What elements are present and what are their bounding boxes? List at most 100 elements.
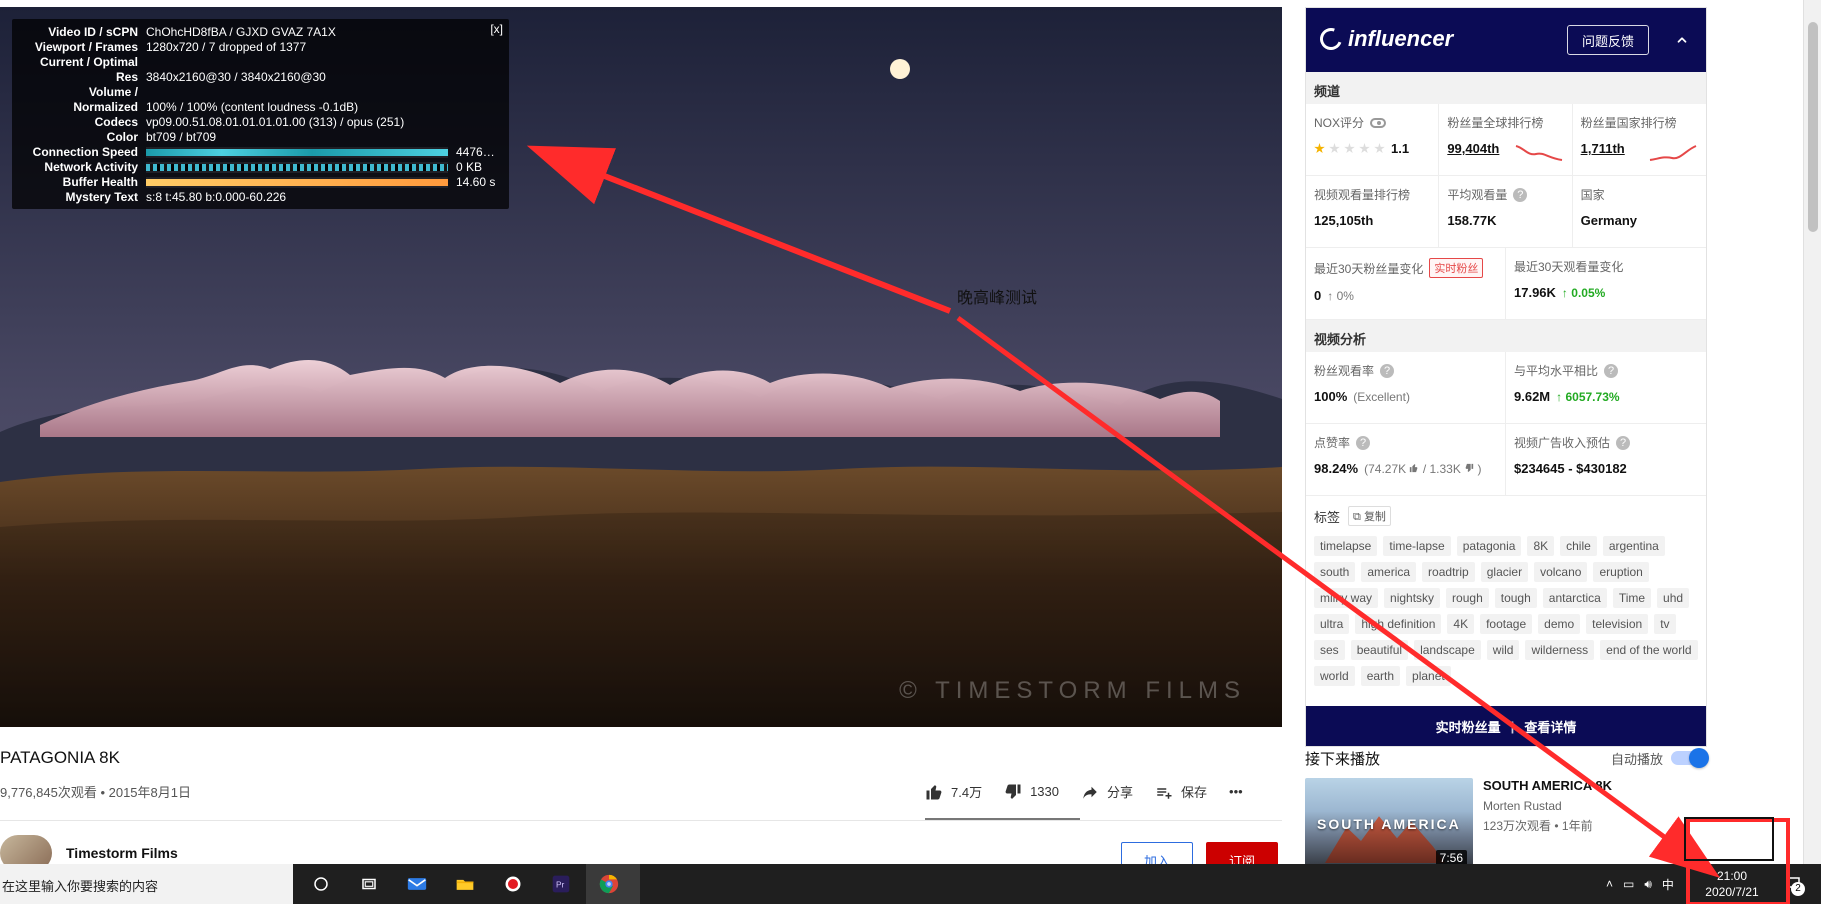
chrome-icon[interactable] bbox=[594, 869, 624, 899]
network-icon[interactable]: ▭ bbox=[1623, 877, 1634, 891]
tag-item[interactable]: argentina bbox=[1602, 536, 1665, 556]
tag-item[interactable]: beautiful bbox=[1350, 640, 1409, 660]
windows-taskbar: 在这里输入你要搜索的内容 Pr ˄ ▭ 🔊︎ 中 21:00 2020/7/21… bbox=[0, 864, 1821, 904]
view-details-link[interactable]: 查看详情 bbox=[1524, 717, 1576, 736]
autoplay-switch[interactable] bbox=[1671, 748, 1709, 768]
realtime-subs-link[interactable]: 实时粉丝量 bbox=[1436, 717, 1501, 736]
tag-item[interactable]: landscape bbox=[1414, 640, 1481, 660]
tag-item[interactable]: ultra bbox=[1314, 614, 1350, 634]
help-icon[interactable]: ? bbox=[1513, 187, 1528, 202]
star-icon bbox=[1329, 143, 1340, 154]
tag-item[interactable]: high definition bbox=[1355, 614, 1442, 634]
task-view-glyph bbox=[362, 878, 376, 890]
tag-item[interactable]: world bbox=[1314, 666, 1355, 686]
country-rank-link[interactable]: 1,711th bbox=[1581, 141, 1625, 156]
mail-icon[interactable] bbox=[402, 869, 432, 899]
share-button[interactable]: 分享 bbox=[1081, 782, 1133, 801]
copy-tags-button[interactable]: ⧉ 复制 bbox=[1348, 506, 1391, 526]
tag-item[interactable]: eruption bbox=[1593, 562, 1649, 582]
tag-item[interactable]: earth bbox=[1360, 666, 1401, 686]
tag-item[interactable]: end of the world bbox=[1600, 640, 1698, 660]
tag-item[interactable]: chile bbox=[1560, 536, 1597, 556]
tag-item[interactable]: demo bbox=[1538, 614, 1581, 634]
global-rank-link[interactable]: 99,404th bbox=[1447, 141, 1499, 156]
ad-revenue-cell: 视频广告收入预估 ? $234645 - $430182 bbox=[1506, 424, 1706, 496]
subs-30d-delta: ↑ 0% bbox=[1327, 288, 1354, 303]
tag-item[interactable]: wild bbox=[1486, 640, 1520, 660]
tag-item[interactable]: 4K bbox=[1447, 614, 1475, 634]
help-icon[interactable]: ? bbox=[1616, 435, 1631, 450]
tag-item[interactable]: wilderness bbox=[1525, 640, 1595, 660]
task-view-icon[interactable] bbox=[354, 869, 384, 899]
taskbar-clock[interactable]: 21:00 2020/7/21 bbox=[1700, 868, 1764, 900]
tag-item[interactable]: ses bbox=[1314, 640, 1345, 660]
close-stats-button[interactable]: [x] bbox=[490, 22, 503, 37]
star-icon bbox=[1359, 143, 1370, 154]
channel-name[interactable]: Timestorm Films bbox=[66, 845, 178, 861]
tag-item[interactable]: glacier bbox=[1480, 562, 1529, 582]
tag-item[interactable]: nightsky bbox=[1384, 588, 1441, 608]
dislike-button[interactable]: 1330 bbox=[1004, 783, 1059, 801]
tag-item[interactable]: 8K bbox=[1527, 536, 1555, 556]
tag-item[interactable]: america bbox=[1361, 562, 1417, 582]
stats-for-nerds-overlay: [x] Video ID / sCPN ChOhcHD8fBA / GJXD G… bbox=[12, 19, 509, 209]
copy-icon: ⧉ bbox=[1353, 511, 1361, 523]
up-next-video-title[interactable]: SOUTH AMERICA 8K bbox=[1483, 778, 1612, 793]
record-app-icon[interactable] bbox=[498, 869, 528, 899]
tag-item[interactable]: time-lapse bbox=[1383, 536, 1451, 556]
save-button[interactable]: 保存 bbox=[1155, 782, 1207, 801]
buffer-health-graph bbox=[146, 177, 448, 188]
help-icon[interactable]: ? bbox=[1380, 363, 1395, 378]
realtime-subs-badge[interactable]: 实时粉丝 bbox=[1429, 258, 1484, 278]
tag-item[interactable]: uhd bbox=[1657, 588, 1690, 608]
volume-icon[interactable]: 🔊︎ bbox=[1644, 877, 1652, 892]
up-next-thumbnail[interactable]: SOUTH AMERICA 7:56 bbox=[1305, 778, 1473, 872]
tag-item[interactable]: rough bbox=[1446, 588, 1489, 608]
tag-item[interactable]: south bbox=[1314, 562, 1356, 582]
tag-item[interactable]: television bbox=[1586, 614, 1649, 634]
fan-view-rate-cell: 粉丝观看率 ? 100% (Excellent) bbox=[1306, 352, 1506, 424]
thumbs-down-icon bbox=[1465, 463, 1474, 472]
taskbar-search[interactable]: 在这里输入你要搜索的内容 bbox=[0, 864, 293, 904]
help-icon[interactable]: ? bbox=[1604, 363, 1619, 378]
tag-item[interactable]: milky way bbox=[1314, 588, 1379, 608]
up-next-info: SOUTH AMERICA 8K Morten Rustad 123万次观看 •… bbox=[1483, 778, 1612, 872]
notifications-button[interactable]: 2 bbox=[1779, 870, 1807, 898]
tag-item[interactable]: footage bbox=[1480, 614, 1533, 634]
tag-item[interactable]: timelapse bbox=[1314, 536, 1378, 556]
ime-indicator[interactable]: 中 bbox=[1662, 876, 1674, 893]
tag-item[interactable]: planet bbox=[1406, 666, 1451, 686]
content-divider bbox=[0, 820, 1282, 821]
tray-up-icon[interactable]: ˄ bbox=[1606, 877, 1613, 891]
collapse-panel-button[interactable] bbox=[1672, 30, 1692, 50]
more-actions-button[interactable]: ••• bbox=[1229, 784, 1243, 799]
thumbs-up-icon bbox=[926, 784, 942, 799]
pr-icon: Pr bbox=[552, 875, 570, 893]
tag-item[interactable]: tough bbox=[1494, 588, 1537, 608]
more-icon: ••• bbox=[1229, 784, 1243, 799]
video-analysis-row-1: 粉丝观看率 ? 100% (Excellent) 与平均水平相比 ? 9.62M… bbox=[1306, 352, 1706, 424]
video-player[interactable]: [x] Video ID / sCPN ChOhcHD8fBA / GJXD G… bbox=[0, 7, 1282, 727]
up-next-channel[interactable]: Morten Rustad bbox=[1483, 799, 1612, 813]
cortana-icon[interactable] bbox=[306, 869, 336, 899]
page-scrollbar[interactable] bbox=[1803, 0, 1821, 864]
like-button[interactable]: 7.4万 bbox=[925, 782, 982, 801]
tag-item[interactable]: roadtrip bbox=[1422, 562, 1475, 582]
help-icon[interactable]: ? bbox=[1356, 435, 1371, 450]
nox-footer: 实时粉丝量 | 查看详情 bbox=[1306, 706, 1706, 746]
fan-view-rate-label-text: 粉丝观看率 bbox=[1314, 364, 1375, 378]
feedback-button[interactable]: 问题反馈 bbox=[1567, 25, 1649, 55]
tag-item[interactable]: Time bbox=[1612, 588, 1652, 608]
scrollbar-thumb[interactable] bbox=[1808, 22, 1818, 232]
tag-item[interactable]: volcano bbox=[1534, 562, 1588, 582]
autoplay-toggle[interactable]: 自动播放 bbox=[1611, 748, 1709, 768]
tag-item[interactable]: tv bbox=[1654, 614, 1676, 634]
premiere-icon[interactable]: Pr bbox=[546, 869, 576, 899]
tag-item[interactable]: patagonia bbox=[1456, 536, 1522, 556]
stats-value: vp09.00.51.08.01.01.01.01.00 (313) / opu… bbox=[146, 115, 405, 129]
nox-score-label-text: NOX评分 bbox=[1314, 116, 1365, 130]
up-next-card[interactable]: SOUTH AMERICA 7:56 SOUTH AMERICA 8K Mort… bbox=[1305, 778, 1707, 872]
tag-item[interactable]: antarctica bbox=[1542, 588, 1607, 608]
playlist-add-icon bbox=[1157, 787, 1172, 799]
file-explorer-icon[interactable] bbox=[450, 869, 480, 899]
